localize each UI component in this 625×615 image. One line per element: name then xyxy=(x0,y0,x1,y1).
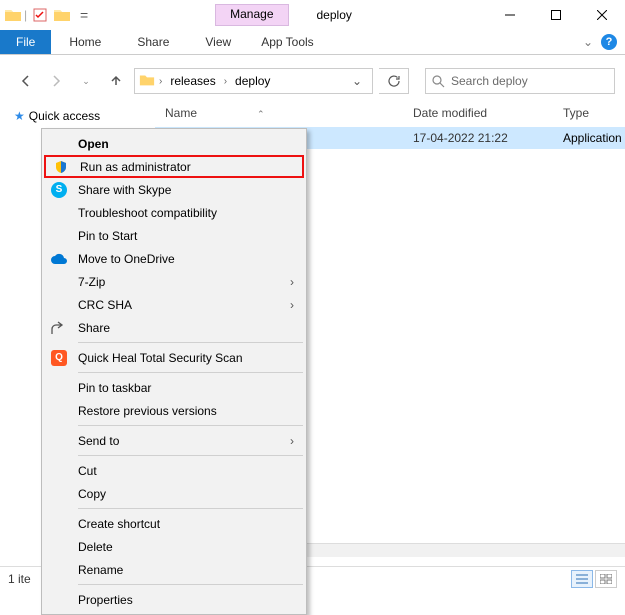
breadcrumb[interactable]: releases xyxy=(166,74,219,88)
shield-icon xyxy=(52,158,70,176)
chevron-right-icon: › xyxy=(290,275,294,289)
column-header-name[interactable]: Name⌃ xyxy=(161,106,413,120)
sort-indicator-icon: ⌃ xyxy=(257,109,265,119)
up-button[interactable] xyxy=(104,69,128,93)
window-title: deploy xyxy=(317,8,352,22)
star-icon: ★ xyxy=(14,109,25,123)
quickheal-icon: Q xyxy=(50,349,68,367)
qat: | = xyxy=(0,0,95,30)
menu-separator xyxy=(78,372,303,373)
title-center: Manage deploy xyxy=(95,0,487,30)
search-input[interactable]: Search deploy xyxy=(425,68,615,94)
onedrive-icon xyxy=(50,250,68,268)
menu-item-run-as-administrator[interactable]: Run as administrator xyxy=(44,155,304,178)
view-large-icons-button[interactable] xyxy=(595,570,617,588)
menu-item-rename[interactable]: Rename xyxy=(44,558,304,581)
minimize-button[interactable] xyxy=(487,0,533,30)
contextual-tab-manage[interactable]: Manage xyxy=(215,4,288,26)
share-icon xyxy=(50,319,68,337)
close-button[interactable] xyxy=(579,0,625,30)
qat-properties-icon[interactable] xyxy=(29,4,51,26)
column-header-date[interactable]: Date modified xyxy=(413,106,563,120)
ribbon-tabs: File Home Share View App Tools ⌄ ? xyxy=(0,30,625,55)
forward-button[interactable] xyxy=(44,69,68,93)
menu-item-pin-start[interactable]: Pin to Start xyxy=(44,224,304,247)
folder-icon[interactable] xyxy=(53,6,71,24)
chevron-right-icon: › xyxy=(290,298,294,312)
column-header-type[interactable]: Type xyxy=(563,106,625,120)
menu-item-crc-sha[interactable]: CRC SHA› xyxy=(44,293,304,316)
menu-item-quick-heal[interactable]: Q Quick Heal Total Security Scan xyxy=(44,346,304,369)
chevron-right-icon[interactable]: › xyxy=(159,76,162,87)
recent-dropdown-icon[interactable]: ⌄ xyxy=(74,69,98,93)
breadcrumb[interactable]: deploy xyxy=(231,74,274,88)
menu-item-share[interactable]: Share xyxy=(44,316,304,339)
qat-dropdown-icon[interactable]: = xyxy=(73,4,95,26)
cell-date: 17-04-2022 21:22 xyxy=(413,131,563,145)
menu-item-cut[interactable]: Cut xyxy=(44,459,304,482)
tab-view[interactable]: View xyxy=(187,30,249,54)
sidebar-item-quick-access[interactable]: ★ Quick access xyxy=(14,105,155,127)
tab-home[interactable]: Home xyxy=(51,30,119,54)
address-bar[interactable]: › releases › deploy ⌄ xyxy=(134,68,373,94)
menu-separator xyxy=(78,342,303,343)
menu-item-copy[interactable]: Copy xyxy=(44,482,304,505)
search-placeholder: Search deploy xyxy=(451,74,528,88)
menu-item-delete[interactable]: Delete xyxy=(44,535,304,558)
context-menu: Open Run as administrator S Share with S… xyxy=(41,128,307,615)
refresh-button[interactable] xyxy=(379,68,409,94)
menu-item-properties[interactable]: Properties xyxy=(44,588,304,611)
title-bar: | = Manage deploy xyxy=(0,0,625,30)
help-icon[interactable]: ? xyxy=(601,34,617,50)
menu-separator xyxy=(78,455,303,456)
menu-item-open[interactable]: Open xyxy=(44,132,304,155)
column-headers: Name⌃ Date modified Type xyxy=(155,99,625,127)
search-icon xyxy=(432,75,445,88)
folder-icon xyxy=(4,6,22,24)
menu-separator xyxy=(78,584,303,585)
tab-app-tools[interactable]: App Tools xyxy=(249,30,325,54)
menu-item-troubleshoot[interactable]: Troubleshoot compatibility xyxy=(44,201,304,224)
menu-separator xyxy=(78,425,303,426)
chevron-right-icon: › xyxy=(290,434,294,448)
back-button[interactable] xyxy=(14,69,38,93)
menu-item-create-shortcut[interactable]: Create shortcut xyxy=(44,512,304,535)
menu-item-pin-taskbar[interactable]: Pin to taskbar xyxy=(44,376,304,399)
qat-separator: | xyxy=(24,8,27,22)
cell-type: Application xyxy=(563,131,625,145)
expand-ribbon-icon[interactable]: ⌄ xyxy=(583,35,593,49)
tab-file[interactable]: File xyxy=(0,30,51,54)
address-dropdown-icon[interactable]: ⌄ xyxy=(346,74,368,88)
menu-item-move-onedrive[interactable]: Move to OneDrive xyxy=(44,247,304,270)
maximize-button[interactable] xyxy=(533,0,579,30)
menu-item-send-to[interactable]: Send to› xyxy=(44,429,304,452)
menu-separator xyxy=(78,508,303,509)
tab-share[interactable]: Share xyxy=(119,30,187,54)
view-details-button[interactable] xyxy=(571,570,593,588)
window-controls xyxy=(487,0,625,30)
sidebar-item-label: Quick access xyxy=(29,109,100,123)
menu-item-7zip[interactable]: 7-Zip› xyxy=(44,270,304,293)
status-text: 1 ite xyxy=(8,572,31,586)
menu-item-share-skype[interactable]: S Share with Skype xyxy=(44,178,304,201)
chevron-right-icon[interactable]: › xyxy=(224,76,227,87)
skype-icon: S xyxy=(50,181,68,199)
menu-item-restore-previous[interactable]: Restore previous versions xyxy=(44,399,304,422)
folder-icon xyxy=(139,72,155,91)
navigation-bar: ⌄ › releases › deploy ⌄ Search deploy xyxy=(0,63,625,99)
